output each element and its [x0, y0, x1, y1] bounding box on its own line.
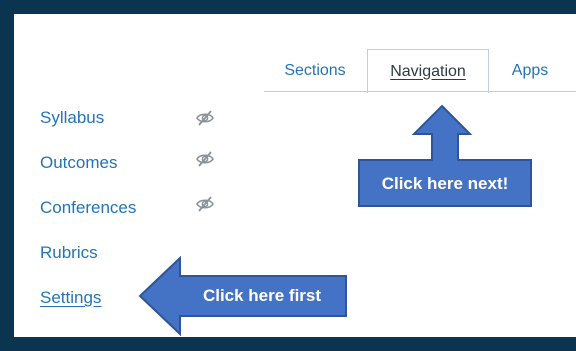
tab-apps[interactable]: Apps: [490, 49, 570, 92]
nav-item-conferences[interactable]: Conferences: [40, 198, 136, 218]
eye-slash-icon: [196, 196, 214, 212]
tab-navigation-label: Navigation: [390, 62, 466, 80]
tab-sections-label: Sections: [284, 61, 346, 79]
nav-item-label: Syllabus: [40, 108, 105, 127]
nav-item-label: Conferences: [40, 198, 137, 217]
callout-first-label: Click here first: [202, 286, 322, 305]
tab-sections[interactable]: Sections: [266, 49, 364, 92]
nav-item-label: Outcomes: [40, 153, 118, 172]
tab-divider: [264, 91, 576, 92]
nav-item-outcomes[interactable]: Outcomes: [40, 153, 117, 173]
nav-item-settings[interactable]: Settings: [40, 288, 101, 308]
nav-item-label: Rubrics: [40, 243, 98, 262]
nav-item-syllabus[interactable]: Syllabus: [40, 108, 104, 128]
eye-slash-icon: [196, 110, 214, 126]
callout-next-label: Click here next!: [381, 174, 509, 193]
nav-item-rubrics[interactable]: Rubrics: [40, 243, 98, 263]
eye-slash-icon: [196, 151, 214, 167]
tab-apps-label: Apps: [511, 61, 549, 79]
tab-navigation[interactable]: Navigation: [367, 49, 489, 93]
nav-item-label: Settings: [40, 288, 102, 307]
